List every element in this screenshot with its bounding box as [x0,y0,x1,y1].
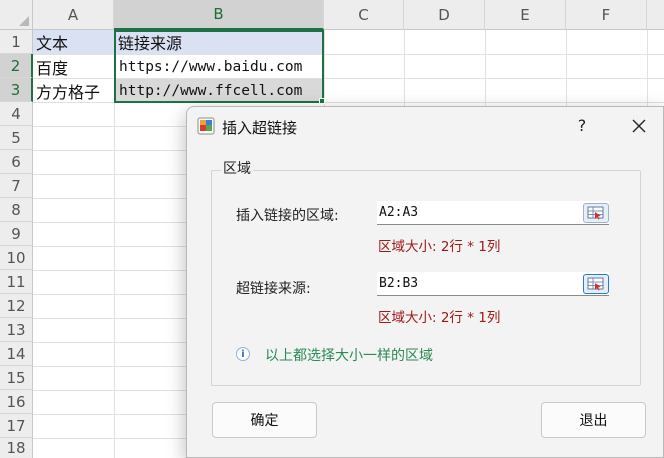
cell-a2[interactable]: 百度 [33,55,114,79]
app-icon [197,117,215,135]
info-icon: i [236,347,250,361]
row-header-13[interactable]: 13 [0,318,33,342]
row-header-1[interactable]: 1 [0,30,33,54]
row-header-10[interactable]: 10 [0,246,33,270]
row-header-2[interactable]: 2 [0,54,33,78]
insert-range-picker-button[interactable] [583,203,609,223]
row-header-12[interactable]: 12 [0,294,33,318]
row-header-18[interactable]: 18 [0,438,33,458]
help-button[interactable]: ? [572,116,592,138]
column-header-f[interactable]: F [566,0,647,30]
dialog-title: 插入超链接 [222,119,298,137]
row-header-11[interactable]: 11 [0,270,33,294]
cell-b3[interactable]: http://www.ffcell.com [115,79,324,103]
row-header-7[interactable]: 7 [0,174,33,198]
close-icon[interactable] [627,114,651,138]
insert-range-size: 区域大小: 2行 * 1列 [378,239,501,255]
column-header-d[interactable]: D [404,0,485,30]
column-header-b[interactable]: B [114,0,324,30]
exit-button[interactable]: 退出 [541,402,646,438]
fill-handle[interactable] [319,98,325,104]
row-header-15[interactable]: 15 [0,366,33,390]
row-header-9[interactable]: 9 [0,222,33,246]
range-picker-icon [587,206,604,220]
range-picker-icon [587,277,604,291]
row-header-6[interactable]: 6 [0,150,33,174]
dialog-titlebar[interactable]: 插入超链接 ? [187,107,663,147]
row-header-3[interactable]: 3 [0,78,33,102]
select-all-corner[interactable] [0,0,33,30]
source-range-input[interactable]: B2:B3 [377,272,609,296]
source-range-size: 区域大小: 2行 * 1列 [378,310,501,326]
insert-hyperlink-dialog: 插入超链接 ? 区域 插入链接的区域: A2:A3 区域大小: 2行 * 1列 … [186,106,664,458]
insert-range-input[interactable]: A2:A3 [377,201,609,225]
insert-range-label: 插入链接的区域: [236,208,339,224]
source-label: 超链接来源: [236,281,311,297]
column-header-a[interactable]: A [33,0,114,30]
cell-a1[interactable]: 文本 [33,30,114,54]
column-header-e[interactable]: E [485,0,566,30]
hint-text: 以上都选择大小一样的区域 [265,348,433,364]
row-header-4[interactable]: 4 [0,102,33,126]
row-header-16[interactable]: 16 [0,390,33,414]
source-range-picker-button[interactable] [583,274,609,294]
row-header-8[interactable]: 8 [0,198,33,222]
column-header-g[interactable] [647,0,664,30]
cell-b1[interactable]: 链接来源 [115,30,324,54]
ok-button[interactable]: 确定 [212,402,317,438]
row-header-17[interactable]: 17 [0,414,33,438]
row-header-5[interactable]: 5 [0,126,33,150]
cell-a3[interactable]: 方方格子 [33,79,114,103]
row-header-14[interactable]: 14 [0,342,33,366]
group-label: 区域 [221,158,253,178]
column-header-c[interactable]: C [324,0,404,30]
cell-b2[interactable]: https://www.baidu.com [115,55,324,79]
